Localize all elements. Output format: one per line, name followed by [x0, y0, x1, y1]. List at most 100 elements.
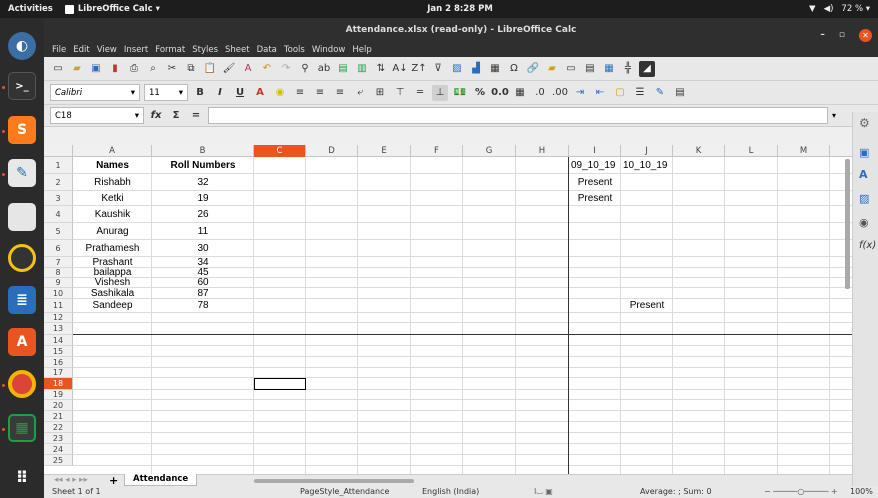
- align-right-icon[interactable]: ≡: [332, 85, 348, 101]
- cell-b6[interactable]: 30: [152, 240, 254, 257]
- zoom-slider[interactable]: − ─────○───── +: [764, 487, 838, 496]
- cell-i3[interactable]: Present: [569, 191, 621, 206]
- sort-descending-icon[interactable]: Z↑: [411, 61, 427, 77]
- row-header-9[interactable]: 9: [44, 278, 73, 288]
- menu-file[interactable]: File: [52, 45, 66, 55]
- language[interactable]: English (India): [422, 487, 479, 496]
- column-header-m[interactable]: M: [778, 145, 830, 157]
- menu-window[interactable]: Window: [312, 45, 346, 55]
- redo-icon[interactable]: ↷: [278, 61, 294, 77]
- row-header-2[interactable]: 2: [44, 174, 73, 191]
- select-all-corner[interactable]: [44, 145, 73, 157]
- row-header-21[interactable]: 21: [44, 411, 73, 422]
- bold-button[interactable]: B: [192, 85, 208, 101]
- chart-icon[interactable]: ▟: [468, 61, 484, 77]
- conditional-format-icon[interactable]: ▤: [672, 85, 688, 101]
- column-header-g[interactable]: G: [463, 145, 516, 157]
- writer-icon[interactable]: ≣: [8, 286, 36, 314]
- image-icon[interactable]: ▨: [449, 61, 465, 77]
- cell-j1[interactable]: 10_10_19: [623, 157, 668, 174]
- row-header-20[interactable]: 20: [44, 400, 73, 411]
- gallery-icon[interactable]: ▨: [859, 192, 869, 205]
- date-format-icon[interactable]: ▦: [512, 85, 528, 101]
- border-color-icon[interactable]: ✎: [652, 85, 668, 101]
- borders-icon[interactable]: ▢: [612, 85, 628, 101]
- horizontal-scrollbar[interactable]: [254, 479, 414, 483]
- row-header-14[interactable]: 14: [44, 335, 73, 346]
- column-header-l[interactable]: L: [725, 145, 778, 157]
- column-header-i[interactable]: I: [569, 145, 621, 157]
- delete-decimal-icon[interactable]: .00: [552, 85, 568, 101]
- formula-button[interactable]: =: [188, 108, 204, 124]
- row-header-16[interactable]: 16: [44, 357, 73, 368]
- header-footer-icon[interactable]: ▭: [563, 61, 579, 77]
- cut-icon[interactable]: ✂: [164, 61, 180, 77]
- navigator-icon[interactable]: ◉: [859, 216, 869, 229]
- save-icon[interactable]: ▣: [88, 61, 104, 77]
- underline-button[interactable]: U: [232, 85, 248, 101]
- column-icon[interactable]: ▥: [354, 61, 370, 77]
- clone-format-icon[interactable]: 🖌: [221, 61, 237, 77]
- currency-format-icon[interactable]: 💵: [452, 85, 468, 101]
- tab-attendance[interactable]: Attendance: [124, 474, 198, 486]
- column-header-a[interactable]: A: [73, 145, 152, 157]
- sum-button[interactable]: Σ: [168, 108, 184, 124]
- menu-tools[interactable]: Tools: [284, 45, 305, 55]
- column-header-k[interactable]: K: [673, 145, 725, 157]
- special-character-icon[interactable]: Ω: [506, 61, 522, 77]
- row-header-4[interactable]: 4: [44, 206, 73, 223]
- formula-input[interactable]: [208, 107, 828, 124]
- functions-icon[interactable]: f(x): [859, 240, 876, 251]
- cell-b4[interactable]: 26: [152, 206, 254, 223]
- cell-b3[interactable]: 19: [152, 191, 254, 206]
- cell-i1[interactable]: 09_10_19: [571, 157, 616, 174]
- align-middle-icon[interactable]: ═: [412, 85, 428, 101]
- menu-sheet[interactable]: Sheet: [225, 45, 250, 55]
- activities-button[interactable]: Activities: [0, 4, 61, 14]
- spelling-icon[interactable]: ab: [316, 61, 332, 77]
- cell-b2[interactable]: 32: [152, 174, 254, 191]
- highlight-color-icon[interactable]: ◉: [272, 85, 288, 101]
- comment-icon[interactable]: ▰: [544, 61, 560, 77]
- cell-i2[interactable]: Present: [569, 174, 621, 191]
- row-icon[interactable]: ▤: [335, 61, 351, 77]
- ubuntu-logo-icon[interactable]: ◐: [8, 32, 36, 60]
- undo-icon[interactable]: ↶: [259, 61, 275, 77]
- expand-formula-icon[interactable]: ▾: [832, 111, 836, 120]
- cell-b9[interactable]: 60: [152, 278, 254, 288]
- row-header-15[interactable]: 15: [44, 346, 73, 357]
- column-header-n[interactable]: N: [830, 145, 852, 157]
- row-header-22[interactable]: 22: [44, 422, 73, 433]
- row-header-6[interactable]: 6: [44, 240, 73, 257]
- menu-help[interactable]: Help: [352, 45, 371, 55]
- chrome-icon[interactable]: [8, 370, 36, 398]
- column-header-e[interactable]: E: [358, 145, 411, 157]
- font-size-box[interactable]: 11 ▾: [144, 84, 188, 101]
- row-header-8[interactable]: 8: [44, 268, 73, 278]
- maximize-icon[interactable]: ▫: [839, 23, 845, 48]
- row-header-1[interactable]: 1: [44, 157, 73, 174]
- properties-icon[interactable]: ▣: [859, 146, 869, 159]
- export-pdf-icon[interactable]: ▮: [107, 61, 123, 77]
- cell-j11[interactable]: Present: [621, 299, 673, 313]
- terminal-icon[interactable]: >_: [8, 72, 36, 100]
- sublime-icon[interactable]: S: [8, 116, 36, 144]
- row-header-18[interactable]: 18: [44, 378, 73, 390]
- cell-b1[interactable]: Roll Numbers: [152, 157, 254, 174]
- row-header-10[interactable]: 10: [44, 288, 73, 299]
- files-icon[interactable]: [8, 203, 36, 231]
- row-header-23[interactable]: 23: [44, 433, 73, 444]
- app-menu[interactable]: LibreOffice Calc ▾: [61, 4, 160, 14]
- column-header-b[interactable]: B: [152, 145, 254, 157]
- cell-a10[interactable]: Sashikala: [73, 288, 152, 299]
- software-center-icon[interactable]: A: [8, 328, 36, 356]
- row-header-19[interactable]: 19: [44, 390, 73, 400]
- align-top-icon[interactable]: ⊤: [392, 85, 408, 101]
- menu-edit[interactable]: Edit: [73, 45, 89, 55]
- copy-icon[interactable]: ⧉: [183, 61, 199, 77]
- align-left-icon[interactable]: ≡: [292, 85, 308, 101]
- autofilter-icon[interactable]: ⊽: [430, 61, 446, 77]
- menu-insert[interactable]: Insert: [124, 45, 148, 55]
- cell-b11[interactable]: 78: [152, 299, 254, 313]
- italic-button[interactable]: I: [212, 85, 228, 101]
